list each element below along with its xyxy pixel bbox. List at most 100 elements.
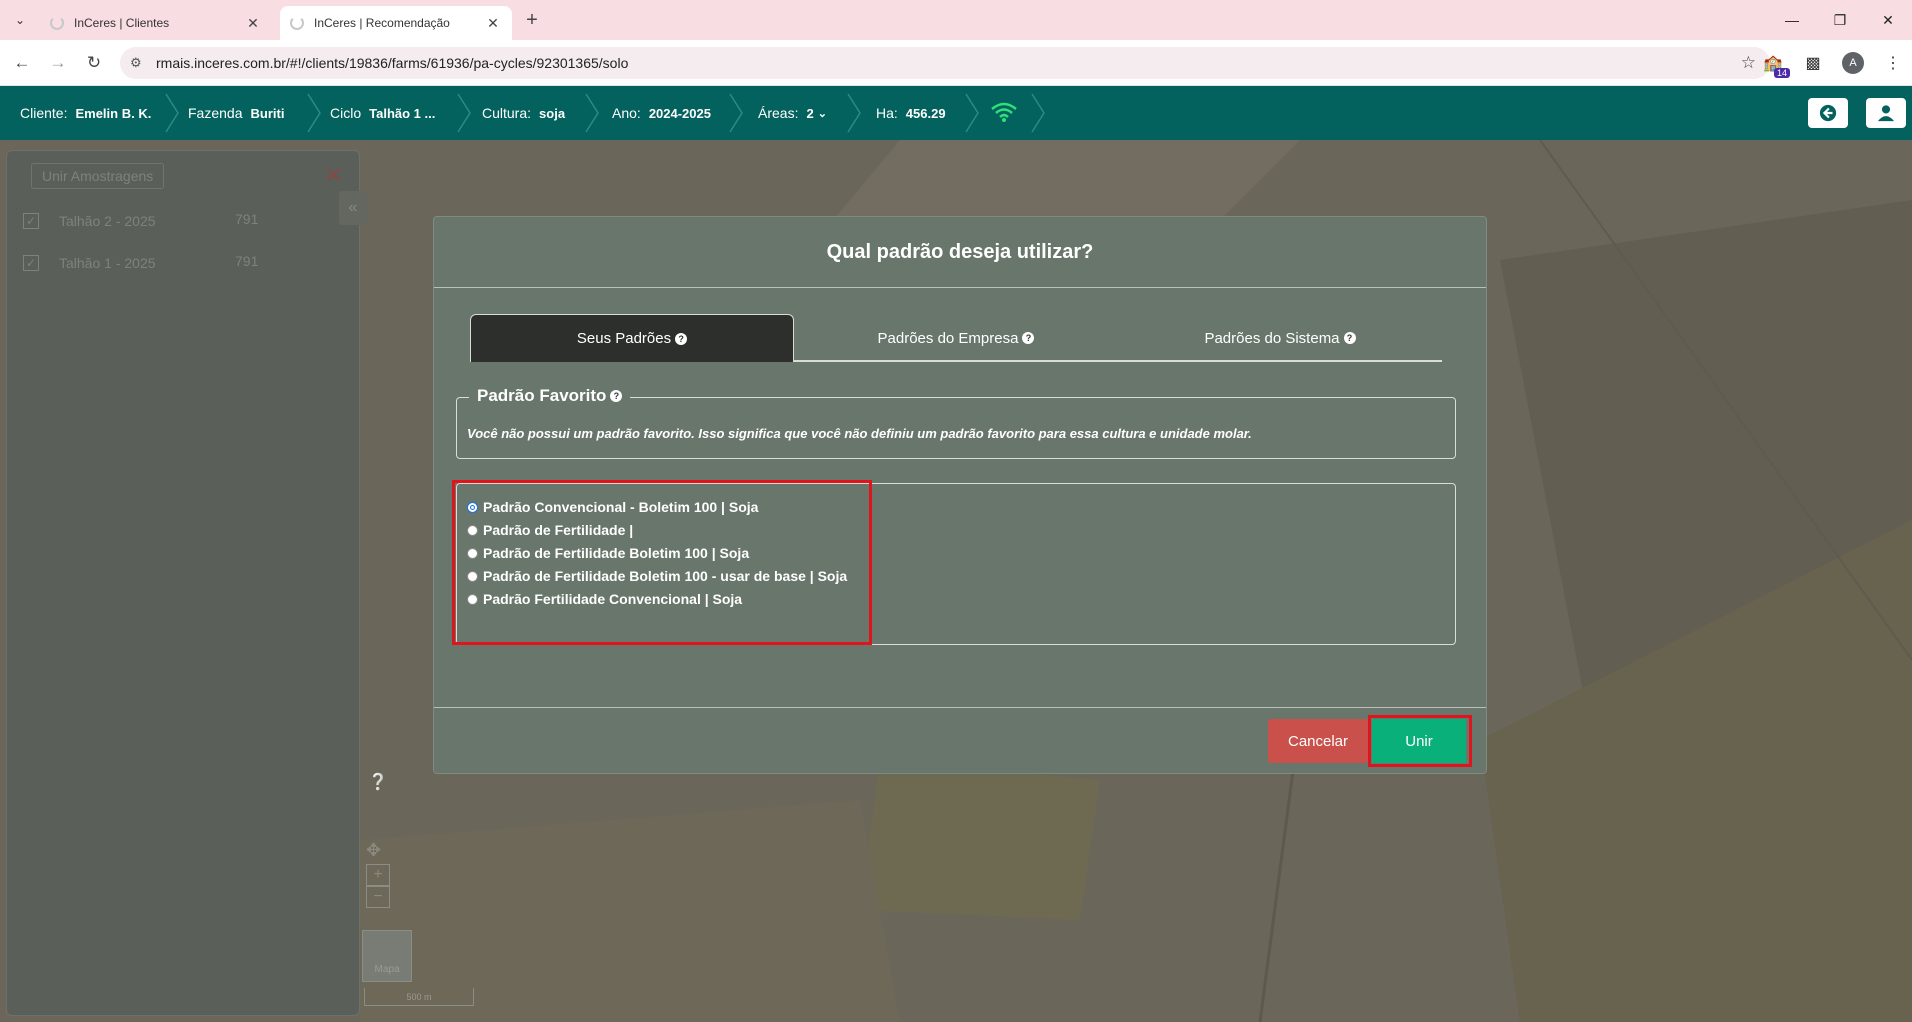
back-arrow-button[interactable] [1808,98,1848,128]
checkbox[interactable]: ✓ [23,255,39,271]
map-type-label: Mapa [374,964,400,975]
tab-label: Padrões do Empresa [877,329,1019,347]
forward-icon[interactable]: → [46,51,70,75]
crumb-value: Talhão 1 ... [369,105,436,121]
browser-toolbar: ← → ↻ ⚙ rmais.inceres.com.br/#!/clients/… [0,40,1912,86]
map-type-toggle[interactable]: Mapa [362,930,412,982]
standards-tabs: Seus Padrões ? Padrões do Empresa ? Padr… [470,314,1442,362]
unir-amostragens-button[interactable]: Unir Amostragens [31,163,165,189]
tab-seus-padroes[interactable]: Seus Padrões ? [470,314,794,362]
breadcrumb-cultura[interactable]: Cultura: soja [482,86,565,140]
crumb-value: 456.29 [905,105,946,121]
chevron-right-icon [584,86,602,140]
user-icon [1877,105,1895,122]
profile-button[interactable]: A [1840,50,1866,76]
crumb-label: Ano: [612,105,641,121]
chevron-right-icon [456,86,474,140]
tab-padroes-empresa[interactable]: Padrões do Empresa ? [794,314,1118,362]
modal-title: Qual padrão deseja utilizar? [826,241,1094,263]
minimize-icon[interactable]: — [1768,0,1816,40]
options-highlight-box [452,480,872,645]
unir-highlight-box [1368,715,1472,767]
breadcrumb-areas[interactable]: Áreas: 2 ⌄ [758,86,827,140]
app-header: Cliente: Emelin B. K. Fazenda Buriti Cic… [0,86,1912,140]
chevron-right-icon [1030,86,1048,140]
breadcrumb-cliente[interactable]: Cliente: Emelin B. K. [20,86,151,140]
address-bar[interactable]: ⚙ rmais.inceres.com.br/#!/clients/19836/… [120,47,1770,79]
close-tab-icon[interactable]: ✕ [244,15,262,32]
crumb-label: Cultura: [482,105,532,121]
chevron-down-icon[interactable]: ⌄ [818,107,827,120]
arrow-left-icon [1819,104,1837,122]
new-tab-button[interactable]: + [520,8,544,32]
question-icon[interactable]: ? [1022,332,1035,344]
breadcrumb-fazenda[interactable]: Fazenda Buriti [188,86,284,140]
chevron-right-icon [964,86,982,140]
cancel-button[interactable]: Cancelar [1268,719,1368,763]
question-icon[interactable]: ? [675,332,688,345]
bookmark-star-icon[interactable]: ☆ [1741,53,1756,73]
favorite-standard-fieldset: Padrão Favorito ? Você não possui um pad… [456,386,1456,459]
choose-standard-modal: Qual padrão deseja utilizar? Seus Padrõe… [433,216,1487,774]
tab-padroes-sistema[interactable]: Padrões do Sistema ? [1118,314,1442,362]
breadcrumb-ha: Ha: 456.29 [876,86,946,140]
pan-move-icon[interactable]: ✥ [366,840,381,861]
crumb-value: 2024-2025 [648,105,711,121]
crumb-label: Fazenda [188,105,243,121]
tab-label: Seus Padrões [576,330,672,347]
list-item-label: Talhão 1 - 2025 [59,255,156,271]
left-panel: Unir Amostragens ✕ ✓ Talhão 2 - 2025 791… [6,150,367,1016]
extensions-area: 🏫 14 ▩ A ⋮ [1760,47,1906,79]
more-menu-icon[interactable]: ⋮ [1880,50,1906,76]
site-info-icon[interactable]: ⚙ [130,55,150,71]
chevron-right-icon [306,86,324,140]
tab-label: Padrões do Sistema [1204,329,1340,347]
zoom-out-button[interactable]: − [366,886,390,908]
tab-title: InCeres | Clientes [74,16,170,30]
list-item[interactable]: ✓ Talhão 2 - 2025 [23,211,156,231]
close-window-icon[interactable]: ✕ [1864,0,1912,40]
crumb-value: Emelin B. K. [75,105,152,121]
scale-bar: 500 m [364,988,474,1006]
tab-search-button[interactable]: ⌄ [8,8,32,32]
favorite-legend-text: Padrão Favorito [477,386,607,405]
collapse-panel-icon[interactable]: « [339,191,367,225]
browser-tab-clientes[interactable]: InCeres | Clientes ✕ [40,6,272,40]
question-icon[interactable]: ? [610,390,623,402]
list-item[interactable]: ✓ Talhão 1 - 2025 [23,253,156,273]
restore-icon[interactable]: ❐ [1816,0,1864,40]
tab-title: InCeres | Recomendação [314,16,450,30]
chevron-right-icon [164,86,182,140]
checkbox[interactable]: ✓ [23,213,39,229]
extension-icon[interactable]: 🏫 14 [1760,50,1790,78]
puzzle-icon[interactable]: ▩ [1800,50,1826,76]
window-controls: — ❐ ✕ [1768,0,1912,40]
loading-icon [50,16,64,30]
browser-tab-strip: ⌄ InCeres | Clientes ✕ InCeres | Recomen… [0,0,1912,40]
breadcrumb-ano[interactable]: Ano: 2024-2025 [612,86,711,140]
divider [434,707,1486,708]
breadcrumb-ciclo[interactable]: Ciclo Talhão 1 ... [330,86,435,140]
favorite-legend: Padrão Favorito ? [469,386,631,406]
close-tab-icon[interactable]: ✕ [484,15,502,32]
crumb-value: soja [539,105,566,121]
list-item-value: 791 [235,211,259,227]
user-button[interactable] [1866,98,1906,128]
question-icon[interactable]: ? [1343,332,1356,344]
divider [434,287,1486,288]
browser-tab-recomendacao[interactable]: InCeres | Recomendação ✕ [280,6,512,40]
loading-icon [290,16,304,30]
wifi-icon [990,100,1018,124]
close-icon[interactable]: ✕ [325,163,342,188]
crumb-value: 2 [806,105,814,121]
extension-badge: 14 [1773,68,1790,78]
back-icon[interactable]: ← [10,51,34,75]
reload-icon[interactable]: ↻ [82,51,106,75]
crumb-label: Ciclo [330,105,362,121]
url-text[interactable]: rmais.inceres.com.br/#!/clients/19836/fa… [156,55,628,71]
zoom-in-button[interactable]: + [366,864,390,886]
crumb-label: Cliente: [20,105,68,121]
list-item-label: Talhão 2 - 2025 [59,213,156,229]
chevron-right-icon [846,86,864,140]
help-icon[interactable]: ❔ [368,772,388,792]
